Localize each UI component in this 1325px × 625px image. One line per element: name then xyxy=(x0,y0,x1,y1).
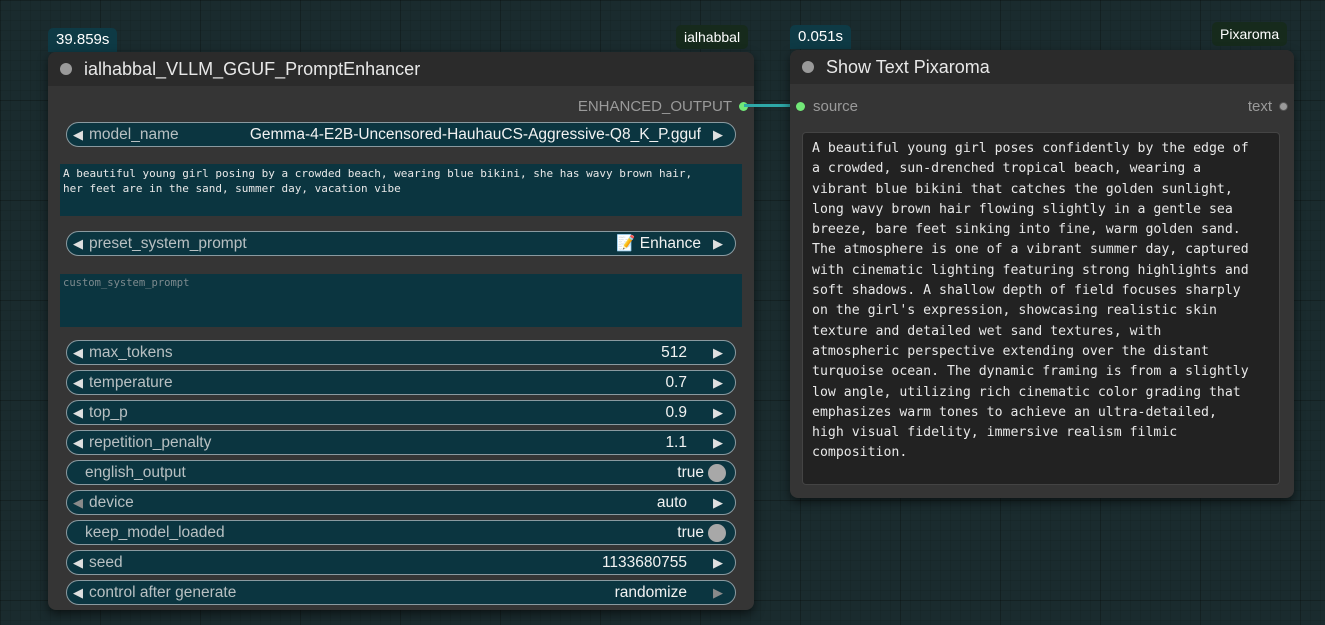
input-slot-source[interactable]: source xyxy=(796,98,858,115)
widget-label: seed xyxy=(89,553,123,571)
arrow-left-icon[interactable]: ◀ xyxy=(67,375,89,391)
arrow-right-icon[interactable]: ▶ xyxy=(707,405,729,421)
node-title-bar[interactable]: ialhabbal_VLLM_GGUF_PromptEnhancer xyxy=(48,52,754,86)
widget-value: auto xyxy=(656,493,687,511)
widget-label: max_tokens xyxy=(89,343,173,361)
prompt-enhancer-node[interactable]: ialhabbal_VLLM_GGUF_PromptEnhancer ENHAN… xyxy=(48,52,754,610)
arrow-left-icon[interactable]: ◀ xyxy=(67,585,89,601)
collapse-dot-icon[interactable] xyxy=(60,63,72,75)
output-slot-text[interactable]: text xyxy=(1248,98,1288,115)
control-after-generate-combo[interactable]: ◀ control after generate randomize ▶ xyxy=(66,580,736,605)
widget-label: top_p xyxy=(89,403,128,421)
collapse-dot-icon[interactable] xyxy=(802,61,814,73)
widget-value: true xyxy=(677,523,704,541)
output-slot-enhanced[interactable]: ENHANCED_OUTPUT xyxy=(578,98,748,115)
node-title: ialhabbal_VLLM_GGUF_PromptEnhancer xyxy=(84,58,421,79)
output-socket-icon[interactable] xyxy=(1279,102,1288,111)
widget-value: 1.1 xyxy=(665,433,687,451)
arrow-left-icon[interactable]: ◀ xyxy=(67,555,89,571)
arrow-right-icon[interactable]: ▶ xyxy=(707,555,729,571)
widget-value: 512 xyxy=(661,343,687,361)
arrow-right-icon[interactable]: ▶ xyxy=(707,236,729,252)
widget-label: preset_system_prompt xyxy=(89,234,247,252)
execution-time-badge-left: 39.859s xyxy=(48,28,118,52)
prompt-textarea[interactable]: A beautiful young girl posing by a crowd… xyxy=(60,164,742,216)
output-label: ENHANCED_OUTPUT xyxy=(577,98,732,115)
arrow-right-icon[interactable]: ▶ xyxy=(707,585,729,601)
connection-link[interactable] xyxy=(744,104,796,107)
widget-value: 1133680755 xyxy=(601,553,687,571)
arrow-right-icon[interactable]: ▶ xyxy=(707,127,729,143)
max-tokens-number[interactable]: ◀ max_tokens 512 ▶ xyxy=(66,340,736,365)
widget-value: 📝 Enhance xyxy=(616,235,701,252)
widget-label: repetition_penalty xyxy=(89,433,212,451)
toggle-knob-icon[interactable] xyxy=(708,463,726,482)
input-label: source xyxy=(813,98,859,115)
input-socket-icon[interactable] xyxy=(796,102,805,111)
arrow-left-icon[interactable]: ◀ xyxy=(67,435,89,451)
author-badge-left: ialhabbal xyxy=(676,25,749,49)
arrow-left-icon[interactable]: ◀ xyxy=(67,236,89,252)
arrow-right-icon[interactable]: ▶ xyxy=(707,345,729,361)
widget-label: keep_model_loaded xyxy=(85,523,225,541)
repetition-penalty-number[interactable]: ◀ repetition_penalty 1.1 ▶ xyxy=(66,430,736,455)
widget-value: Gemma-4-E2B-Uncensored-HauhauCS-Aggressi… xyxy=(249,125,701,143)
model-name-combo[interactable]: ◀ model_name Gemma-4-E2B-Uncensored-Hauh… xyxy=(66,122,736,147)
arrow-right-icon[interactable]: ▶ xyxy=(707,375,729,391)
widget-label: temperature xyxy=(89,373,173,391)
output-label: text xyxy=(1247,98,1272,115)
device-combo[interactable]: ◀ device auto ▶ xyxy=(66,490,736,515)
keep-model-loaded-toggle[interactable]: keep_model_loaded true xyxy=(66,520,736,545)
author-badge-right: Pixaroma xyxy=(1212,22,1288,46)
widget-label: control after generate xyxy=(89,583,237,601)
english-output-toggle[interactable]: english_output true xyxy=(66,460,736,485)
widget-label: model_name xyxy=(89,125,179,143)
widget-value: 0.7 xyxy=(665,373,687,391)
arrow-left-icon[interactable]: ◀ xyxy=(67,127,89,143)
text-display: A beautiful young girl poses confidently… xyxy=(802,132,1280,485)
arrow-left-icon[interactable]: ◀ xyxy=(67,405,89,421)
arrow-left-icon[interactable]: ◀ xyxy=(67,345,89,361)
arrow-left-icon[interactable]: ◀ xyxy=(67,495,89,511)
toggle-knob-icon[interactable] xyxy=(708,523,726,542)
widget-value: 0.9 xyxy=(665,403,687,421)
preset-system-prompt-combo[interactable]: ◀ preset_system_prompt 📝 Enhance ▶ xyxy=(66,231,736,256)
widget-label: device xyxy=(89,493,134,511)
custom-system-prompt-textarea[interactable]: custom_system_prompt xyxy=(60,274,742,327)
widget-value: randomize xyxy=(614,583,687,601)
arrow-right-icon[interactable]: ▶ xyxy=(707,495,729,511)
seed-number[interactable]: ◀ seed 1133680755 ▶ xyxy=(66,550,736,575)
temperature-number[interactable]: ◀ temperature 0.7 ▶ xyxy=(66,370,736,395)
top-p-number[interactable]: ◀ top_p 0.9 ▶ xyxy=(66,400,736,425)
widget-value: true xyxy=(677,463,704,481)
execution-time-badge-right: 0.051s xyxy=(790,25,852,49)
arrow-right-icon[interactable]: ▶ xyxy=(707,435,729,451)
node-title: Show Text Pixaroma xyxy=(826,56,990,77)
node-title-bar[interactable]: Show Text Pixaroma xyxy=(790,50,1294,84)
widget-label: english_output xyxy=(85,463,186,481)
show-text-node[interactable]: Show Text Pixaroma source text A beautif… xyxy=(790,50,1294,498)
